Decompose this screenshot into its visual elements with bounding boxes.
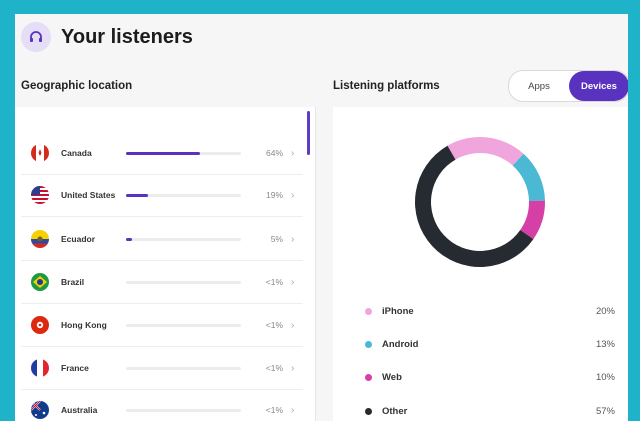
share-bar: [126, 408, 241, 412]
chevron-right-icon[interactable]: ›: [291, 148, 294, 159]
flag-ecuador-icon: [31, 230, 49, 248]
platforms-section-title: Listening platforms: [333, 80, 440, 92]
toggle-apps[interactable]: Apps: [509, 71, 569, 101]
chevron-right-icon[interactable]: ›: [291, 320, 294, 331]
page-title: Your listeners: [61, 25, 193, 48]
flag-hongkong-icon: [31, 316, 49, 334]
country-name: Brazil: [61, 277, 85, 287]
donut-slice-android: [512, 153, 545, 201]
legend-item: Other 57%: [365, 401, 615, 421]
chevron-right-icon[interactable]: ›: [291, 277, 294, 288]
country-name: Australia: [61, 405, 98, 415]
share-bar-fill: [126, 151, 200, 155]
share-bar-fill: [126, 237, 132, 241]
country-row[interactable]: United States 19% ›: [21, 174, 303, 217]
legend-value: 20%: [595, 305, 615, 317]
share-bar: [126, 323, 241, 327]
flag-australia-icon: [31, 401, 49, 419]
legend-dot-icon: [365, 340, 372, 348]
share-bar: [126, 366, 241, 370]
country-percentage: <1%: [265, 363, 283, 373]
geo-section-title: Geographic location: [21, 80, 133, 92]
country-name: Hong Kong: [61, 320, 107, 330]
country-percentage: <1%: [265, 320, 283, 330]
headphones-icon: [21, 22, 51, 52]
share-bar: [126, 237, 241, 241]
legend-dot-icon: [365, 307, 372, 315]
country-name: France: [61, 363, 89, 373]
country-row[interactable]: Canada 64% ›: [21, 132, 303, 175]
share-bar-fill: [126, 193, 148, 197]
flag-brazil-icon: [31, 273, 49, 291]
donut-slice-iphone: [447, 137, 524, 166]
legend-item: iPhone 20%: [365, 301, 615, 321]
legend-value: 13%: [595, 338, 615, 350]
donut-chart: [414, 137, 545, 268]
country-percentage: <1%: [265, 277, 283, 287]
share-bar: [126, 280, 241, 284]
flag-usa-icon: [31, 186, 49, 204]
share-bar: [126, 151, 241, 155]
country-row[interactable]: Hong Kong <1% ›: [21, 304, 303, 347]
legend-dot-icon: [365, 407, 372, 415]
legend-item: Android 13%: [365, 334, 615, 354]
share-bar: [126, 193, 241, 197]
apps-devices-toggle[interactable]: Apps Devices: [508, 70, 628, 102]
page-header: Your listeners: [21, 20, 193, 54]
legend-label: Web: [382, 371, 402, 383]
country-percentage: <1%: [265, 405, 283, 415]
legend-label: Other: [382, 405, 408, 417]
chevron-right-icon[interactable]: ›: [291, 234, 294, 245]
legend-dot-icon: [365, 373, 372, 381]
chevron-right-icon[interactable]: ›: [291, 405, 294, 416]
country-name: Canada: [61, 148, 92, 158]
legend-value: 57%: [595, 405, 615, 417]
flag-france-icon: [31, 359, 49, 377]
country-row[interactable]: Australia <1% ›: [21, 389, 303, 421]
country-name: Ecuador: [61, 234, 96, 244]
flag-canada-icon: [31, 144, 49, 162]
country-row[interactable]: Ecuador 5% ›: [21, 218, 303, 261]
legend-value: 10%: [595, 371, 615, 383]
country-row[interactable]: Brazil <1% ›: [21, 261, 303, 304]
legend-item: Web 10%: [365, 367, 615, 387]
listeners-panel: Your listeners Geographic location Liste…: [15, 14, 628, 421]
country-percentage: 64%: [265, 148, 283, 158]
legend-label: iPhone: [382, 305, 414, 317]
legend-label: Android: [382, 338, 419, 350]
country-row[interactable]: France <1% ›: [21, 347, 303, 390]
chevron-right-icon[interactable]: ›: [291, 363, 294, 374]
chevron-right-icon[interactable]: ›: [291, 190, 294, 201]
country-percentage: 19%: [265, 190, 283, 200]
toggle-devices[interactable]: Devices: [569, 71, 628, 101]
country-percentage: 5%: [270, 234, 283, 244]
country-name: United States: [61, 190, 116, 200]
scrollbar[interactable]: [307, 111, 310, 155]
